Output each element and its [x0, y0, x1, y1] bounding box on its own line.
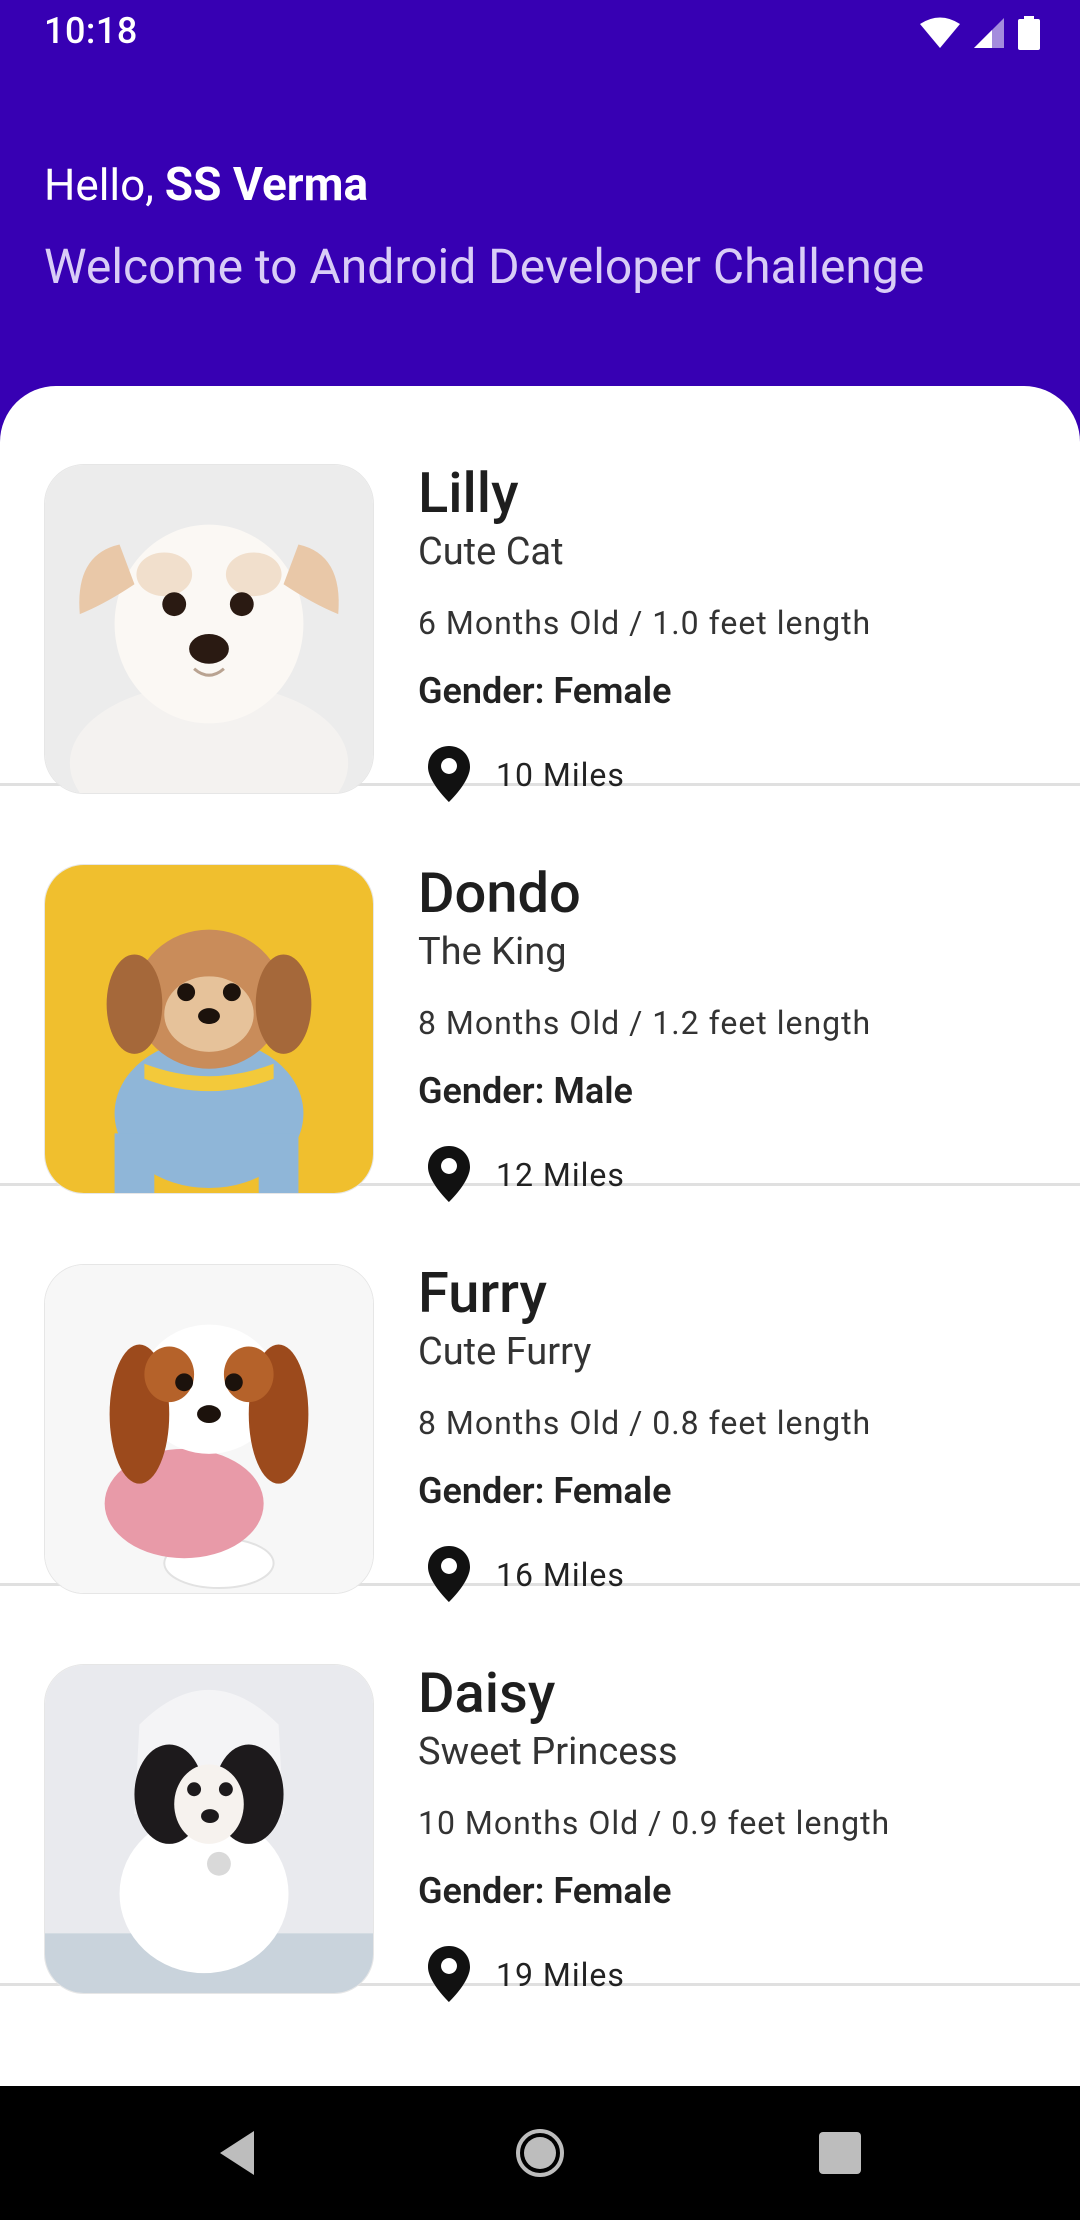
status-icons	[920, 16, 1040, 50]
pet-subtitle: Sweet Princess	[418, 1730, 678, 1774]
pet-gender: Gender: Female	[418, 1870, 672, 1912]
status-time: 10:18	[44, 10, 138, 52]
pet-distance: 19 Miles	[496, 1956, 625, 1994]
hello-label: Hello,	[44, 159, 154, 211]
pet-photo	[44, 464, 374, 794]
navigation-bar	[0, 2086, 1080, 2220]
back-triangle-icon[interactable]	[214, 2128, 264, 2178]
pet-subtitle: The King	[418, 930, 567, 974]
header: Hello, SS Verma Welcome to Android Devel…	[0, 64, 1080, 394]
wifi-icon	[920, 17, 960, 48]
pet-age-length: 10 Months Old / 0.9 feet length	[418, 1804, 891, 1842]
pet-photo	[44, 864, 374, 1194]
welcome-message: Welcome to Android Developer Challenge	[44, 238, 925, 295]
pet-subtitle: Cute Cat	[418, 530, 564, 574]
pet-card-daisy[interactable]: Daisy Sweet Princess 10 Months Old / 0.9…	[0, 1586, 1080, 2002]
status-bar: 10:18	[0, 0, 1080, 64]
pet-age-length: 8 Months Old / 0.8 feet length	[418, 1404, 872, 1442]
pet-age-length: 8 Months Old / 1.2 feet length	[418, 1004, 872, 1042]
location-pin-icon	[428, 1946, 470, 2002]
pet-gender: Gender: Female	[418, 670, 672, 712]
greeting: Hello, SS Verma	[44, 158, 368, 212]
pet-photo	[44, 1664, 374, 1994]
pet-card-dondo[interactable]: Dondo The King 8 Months Old / 1.2 feet l…	[0, 786, 1080, 1202]
user-name: SS Verma	[164, 158, 369, 212]
pet-card-furry[interactable]: Furry Cute Furry 8 Months Old / 0.8 feet…	[0, 1186, 1080, 1602]
pet-photo	[44, 1264, 374, 1594]
pet-name: Dondo	[418, 860, 581, 926]
pet-card-lilly[interactable]: Lilly Cute Cat 6 Months Old / 1.0 feet l…	[0, 386, 1080, 802]
home-circle-icon[interactable]	[515, 2128, 565, 2178]
battery-icon	[1018, 16, 1040, 50]
pet-name: Daisy	[418, 1660, 556, 1726]
recents-square-icon[interactable]	[815, 2128, 865, 2178]
pet-gender: Gender: Female	[418, 1470, 672, 1512]
pet-name: Furry	[418, 1260, 547, 1326]
pet-age-length: 6 Months Old / 1.0 feet length	[418, 604, 872, 642]
pet-list: Lilly Cute Cat 6 Months Old / 1.0 feet l…	[0, 386, 1080, 2086]
pet-gender: Gender: Male	[418, 1070, 633, 1112]
cell-signal-icon	[974, 18, 1004, 48]
pet-name: Lilly	[418, 460, 519, 526]
pet-subtitle: Cute Furry	[418, 1330, 592, 1374]
